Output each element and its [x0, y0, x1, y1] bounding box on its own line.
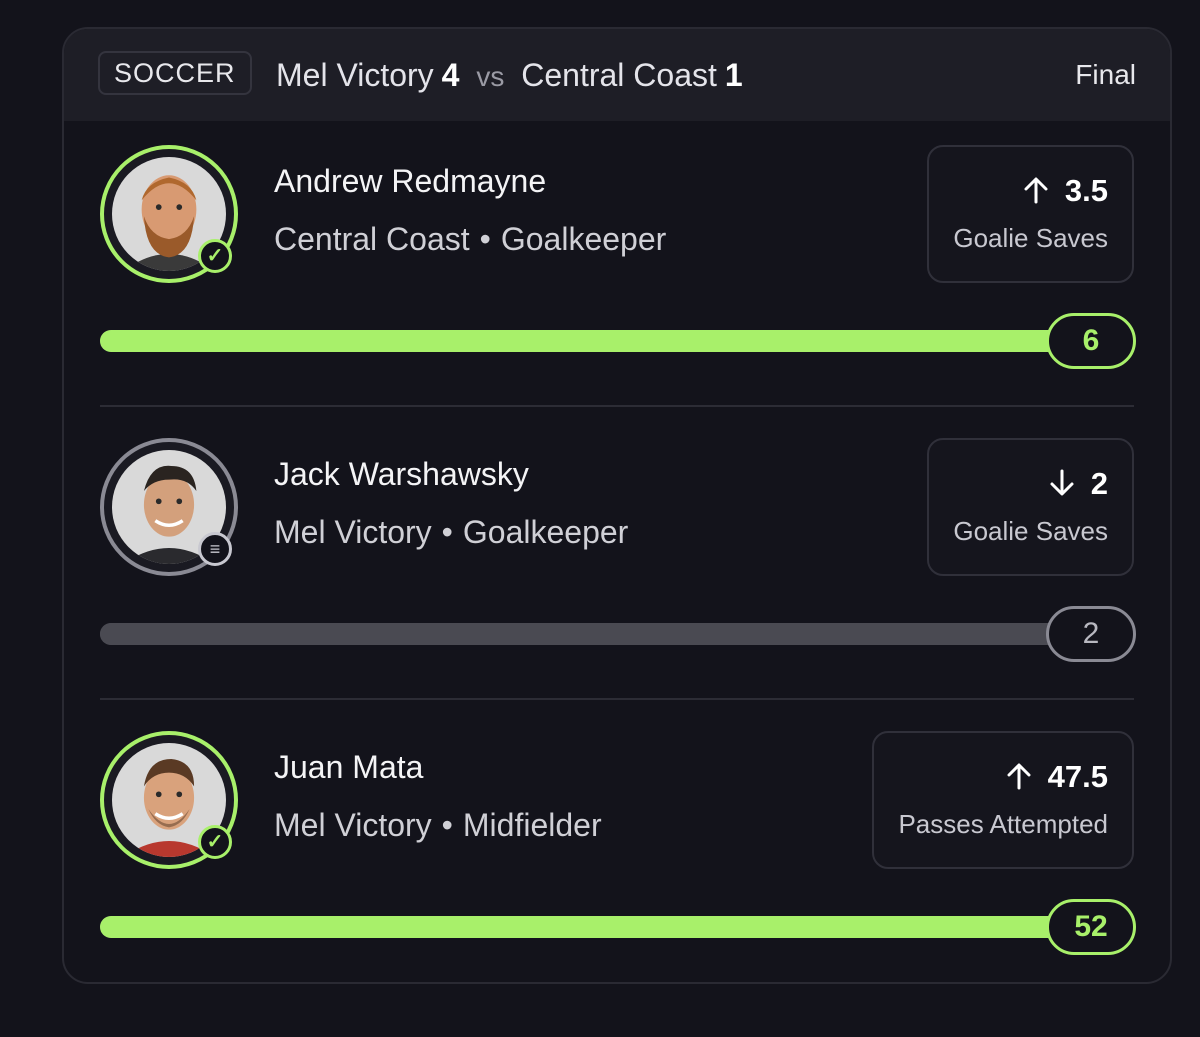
pick-line: 3.5 [953, 173, 1108, 213]
result-value: 2 [1046, 606, 1136, 662]
progress-track [100, 916, 1134, 938]
avatar: ✓ [100, 731, 238, 869]
player-name: Jack Warshawsky [274, 456, 529, 492]
meta-separator: • [479, 221, 491, 257]
home-team: Mel Victory [276, 57, 434, 93]
player-position: Midfielder [462, 807, 602, 843]
player-name: Andrew Redmayne [274, 163, 547, 199]
pick-box[interactable]: 3.5 Goalie Saves [927, 145, 1134, 283]
pick-box[interactable]: 47.5 Passes Attempted [872, 731, 1134, 869]
player-row[interactable]: ✓ Juan Mata Mel Victory • Midfielder 47.5 … [64, 707, 1170, 982]
away-team: Central Coast [521, 57, 717, 93]
push-icon: ≡ [198, 532, 232, 566]
pick-stat: Goalie Saves [953, 223, 1108, 253]
result-value: 6 [1046, 313, 1136, 369]
pick-value: 3.5 [1064, 173, 1108, 208]
pick-line: 2 [953, 466, 1108, 506]
player-row[interactable]: ≡ Jack Warshawsky Mel Victory • Goalkeeper… [64, 414, 1170, 707]
home-score: 4 [441, 57, 460, 93]
progress-fill [100, 623, 1134, 645]
avatar: ≡ [100, 438, 238, 576]
player-team: Central Coast [274, 221, 470, 257]
arrow-down-icon [1047, 468, 1077, 506]
pick-stat: Passes Attempted [898, 809, 1108, 839]
sport-badge: SOCCER [98, 51, 252, 95]
pick-box[interactable]: 2 Goalie Saves [927, 438, 1134, 576]
away-score: 1 [724, 57, 743, 93]
pick-value: 47.5 [1047, 759, 1108, 794]
player-meta: Central Coast • Goalkeeper [274, 221, 666, 258]
avatar: ✓ [100, 145, 238, 283]
player-position: Goalkeeper [462, 514, 629, 550]
player-team: Mel Victory [274, 514, 432, 550]
game-header: SOCCER Mel Victory 4 vs Central Coast 1 Fi… [64, 29, 1170, 121]
progress-track [100, 623, 1134, 645]
player-name: Juan Mata [274, 749, 424, 785]
divider [100, 405, 1134, 407]
player-meta: Mel Victory • Midfielder [274, 807, 602, 844]
progress-track [100, 330, 1134, 352]
pick-line: 47.5 [898, 759, 1108, 799]
progress-fill [100, 916, 1134, 938]
meta-separator: • [441, 514, 453, 550]
game-status: Final [1075, 59, 1136, 90]
game-card: SOCCER Mel Victory 4 vs Central Coast 1 Fi… [62, 27, 1172, 984]
check-icon: ✓ [198, 239, 232, 273]
player-row[interactable]: ✓ Andrew Redmayne Central Coast • Goalkeep… [64, 121, 1170, 414]
pick-stat: Goalie Saves [953, 516, 1108, 546]
vs-label: vs [476, 61, 505, 92]
check-icon: ✓ [198, 825, 232, 859]
divider [100, 698, 1134, 700]
meta-separator: • [441, 807, 453, 843]
matchup: Mel Victory 4 vs Central Coast 1 [276, 53, 743, 97]
arrow-up-icon [1021, 175, 1051, 213]
pick-value: 2 [1090, 466, 1108, 501]
progress-fill [100, 330, 1134, 352]
player-meta: Mel Victory • Goalkeeper [274, 514, 628, 551]
player-position: Goalkeeper [500, 221, 667, 257]
arrow-up-icon [1004, 761, 1034, 799]
player-team: Mel Victory [274, 807, 432, 843]
result-value: 52 [1046, 899, 1136, 955]
